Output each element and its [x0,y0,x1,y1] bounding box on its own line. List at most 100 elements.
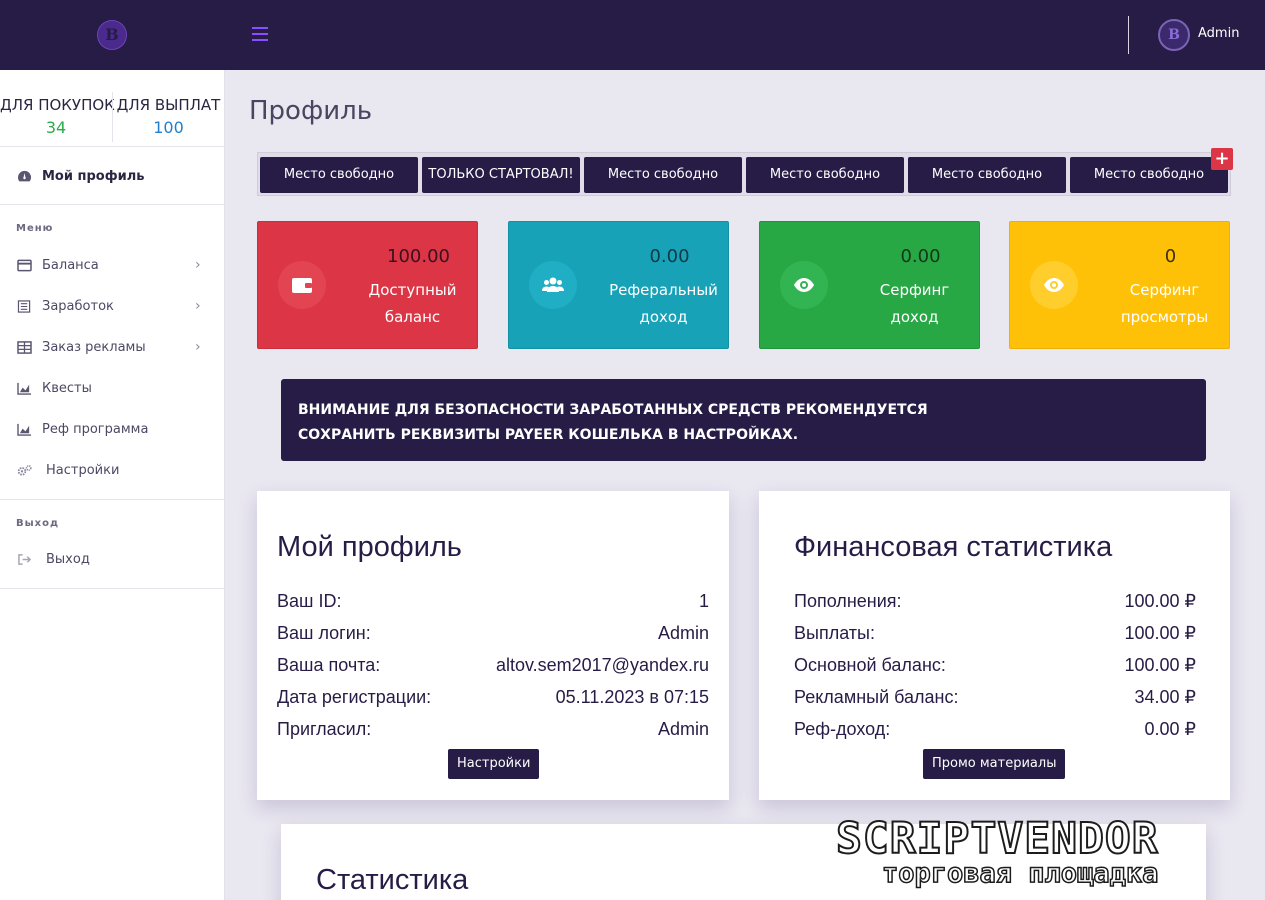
profile-row: Ваша почта: altov.sem2017@yandex.ru [277,655,709,679]
row-key: Реф-доход: [794,719,891,739]
row-key: Дата регистрации: [277,687,432,707]
card-value: 0 [1164,246,1177,267]
card-value: 0.00 [900,246,941,267]
sidebar-item-my-profile[interactable]: Мой профиль [0,161,224,193]
row-key: Ваш ID: [277,591,342,611]
ad-slot[interactable]: Место свободно [746,157,904,193]
card-label: Реферальный доход [603,277,724,331]
menu-heading: Меню [16,223,54,234]
scriptvendor-watermark: SCRIPTVENDOR торговая площадка [835,813,1256,894]
finance-row: Выплаты: 100.00 ₽ [794,623,1196,647]
payout-balance: ДЛЯ ВЫПЛАТ 100 [112,92,224,142]
ad-slot[interactable]: Место свободно [260,157,418,193]
card-label-line: доход [890,308,939,326]
sidebar-divider [0,204,224,205]
ad-slot[interactable]: ТОЛЬКО СТАРТОВАЛ! [422,157,580,193]
card-label-line: Серфинг [879,281,950,299]
ad-slot[interactable]: Место свободно [1070,157,1228,193]
row-key: Основной баланс: [794,655,946,675]
sidebar-item-balances[interactable]: Баланса › [0,250,224,282]
finance-row: Рекламный баланс: 34.00 ₽ [794,687,1196,711]
finance-row: Реф-доход: 0.00 ₽ [794,719,1196,743]
exit-heading: Выход [16,518,60,529]
payout-balance-value: 100 [153,118,184,137]
row-key: Рекламный баланс: [794,687,959,707]
my-profile-panel: Мой профиль Ваш ID: 1 Ваш логин: Admin Ваш… [257,491,729,800]
row-value: 100.00 ₽ [1124,655,1196,675]
chart-icon [17,423,31,436]
row-value: 0.00 ₽ [1144,719,1197,739]
panel-title: Статистика [316,864,469,896]
eye-icon [794,278,814,292]
card-icon-circle [780,261,828,309]
sidebar-item-logout[interactable]: Выход [0,544,224,576]
sidebar-item-label: Квесты [42,381,92,396]
list-icon [17,300,31,313]
profile-row: Пригласил: Admin [277,719,709,743]
sidebar-item-ref-program[interactable]: Реф программа [0,414,224,446]
row-value: 100.00 ₽ [1124,591,1196,611]
ad-slot[interactable]: Место свободно [584,157,742,193]
surfing-income-card: 0.00 Серфинг доход [759,221,980,349]
card-icon-circle [278,261,326,309]
eye-icon [1044,278,1064,292]
card-label-line: Серфинг [1129,281,1200,299]
row-value: Admin [657,623,709,643]
table-icon [17,341,32,354]
header-divider [1128,16,1129,54]
watermark-brand: SCRIPTVENDOR [835,813,1159,865]
card-label-line: баланс [384,308,441,326]
card-label-line: просмотры [1120,308,1209,326]
profile-row: Дата регистрации: 05.11.2023 в 07:15 [277,687,709,711]
promo-materials-button[interactable]: Промо материалы [923,749,1066,779]
gears-icon [17,465,32,476]
menu-toggle-icon[interactable] [252,27,268,41]
watermark-tagline: торговая площадка [881,857,1159,890]
user-avatar[interactable]: B [1158,19,1190,51]
ad-slot[interactable]: Место свободно [908,157,1066,193]
chevron-right-icon: › [195,298,201,314]
sidebar-item-label: Выход [46,552,90,567]
panel-title: Финансовая статистика [794,531,1113,563]
purchase-balance-label: ДЛЯ ПОКУПОК [0,96,115,114]
sidebar-divider [0,499,224,500]
user-name[interactable]: Admin [1198,26,1239,41]
sidebar-balances: ДЛЯ ПОКУПОК 34 ДЛЯ ВЫПЛАТ 100 [0,70,224,147]
sidebar-item-label: Настройки [46,463,120,478]
row-value: Admin [657,719,709,739]
sidebar-item-label: Баланса [42,258,99,273]
card-label: Серфинг доход [854,277,975,331]
dashboard-icon [18,170,31,182]
users-icon [542,277,564,292]
row-value: 05.11.2023 в 07:15 [555,687,709,707]
profile-row: Ваш логин: Admin [277,623,709,647]
card-icon-circle [1030,261,1078,309]
row-key: Пригласил: [277,719,372,739]
card-icon-circle [529,261,577,309]
sidebar-item-settings[interactable]: Настройки [0,455,224,487]
sidebar-item-order-ads[interactable]: Заказ рекламы › [0,332,224,364]
finance-row: Пополнения: 100.00 ₽ [794,591,1196,615]
top-navbar: B B Admin [0,0,1265,70]
card-value: 0.00 [649,246,690,267]
sidebar-divider [0,588,224,589]
ad-slots-bar: Место свободно ТОЛЬКО СТАРТОВАЛ! Место с… [257,152,1231,196]
row-key: Выплаты: [794,623,875,643]
card-label: Серфинг просмотры [1104,277,1225,331]
site-logo[interactable]: B [97,20,127,50]
card-label: Доступный баланс [352,277,473,331]
sidebar-item-quests[interactable]: Квесты [0,373,224,405]
row-key: Пополнения: [794,591,902,611]
purchase-balance-value: 34 [45,118,67,137]
settings-button[interactable]: Настройки [448,749,540,779]
wallet-icon [292,278,312,293]
page-title: Профиль [249,96,373,126]
surfing-views-card: 0 Серфинг просмотры [1009,221,1230,349]
chart-icon [17,382,31,395]
sidebar-item-earnings[interactable]: Заработок › [0,291,224,323]
add-ad-button[interactable]: + [1211,148,1233,170]
payout-balance-label: ДЛЯ ВЫПЛАТ [116,96,221,114]
purchase-balance: ДЛЯ ПОКУПОК 34 [0,96,115,137]
panel-title: Мой профиль [277,531,462,563]
finance-row: Основной баланс: 100.00 ₽ [794,655,1196,679]
